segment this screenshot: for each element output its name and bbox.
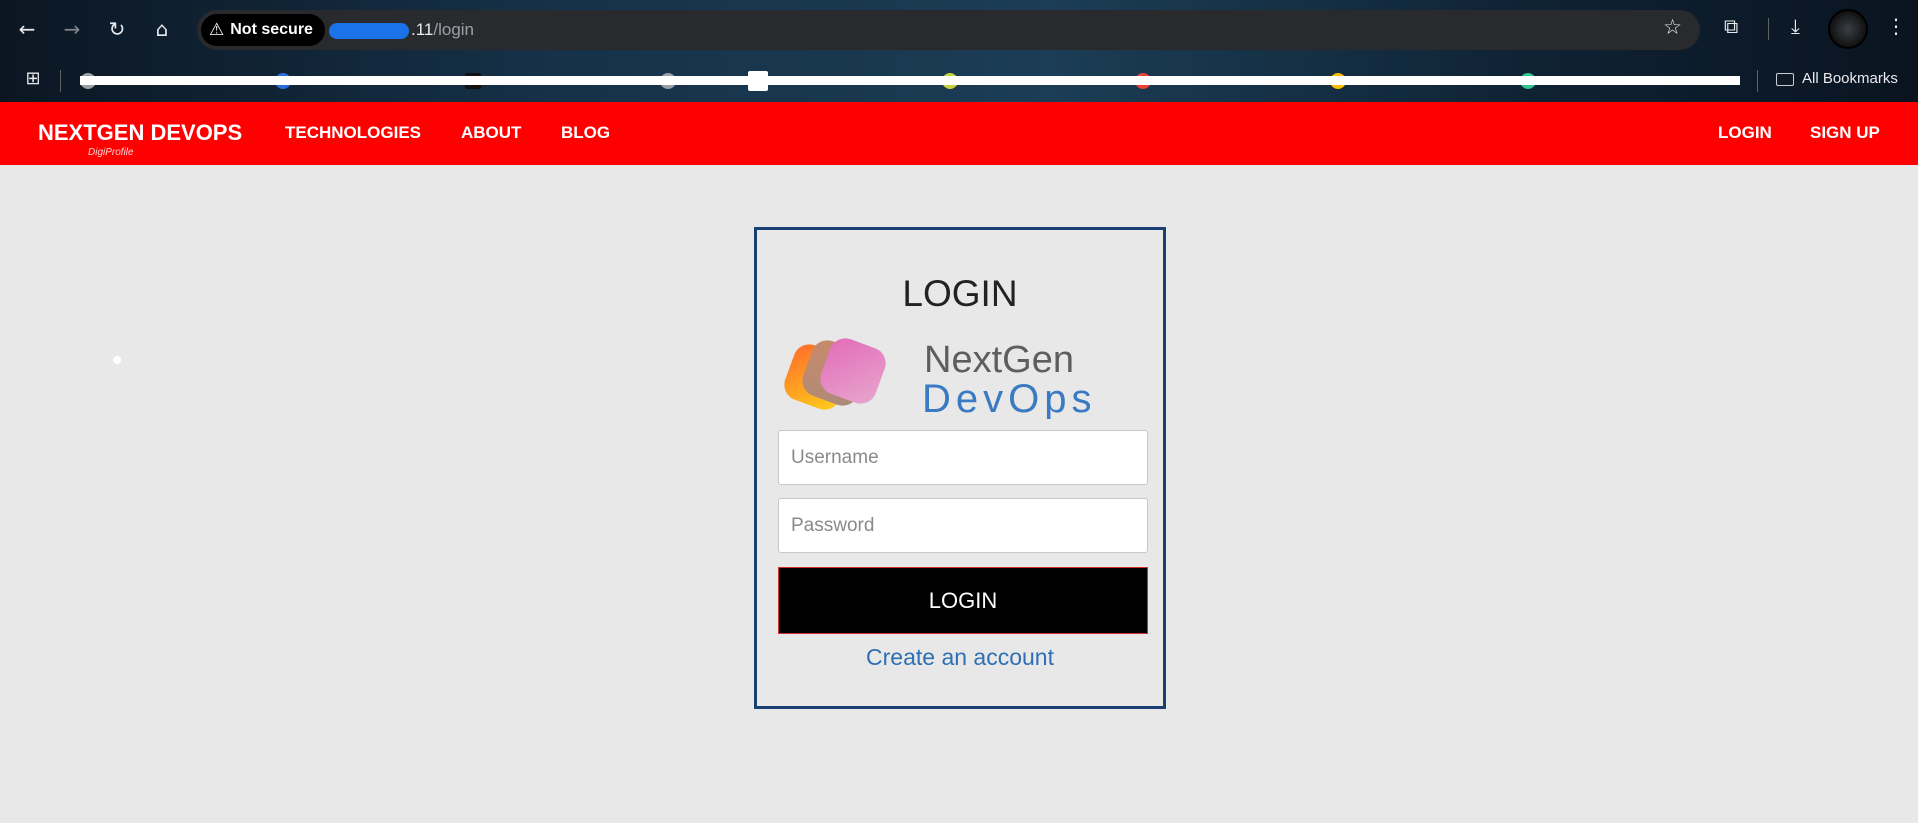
warning-icon: ⚠ [209, 20, 225, 40]
brand-logo-text[interactable]: NEXTGEN DEVOPS [38, 120, 242, 146]
logo-mark [784, 338, 886, 410]
extensions-icon[interactable]: ⧉ [1724, 14, 1738, 38]
logo-text-nextgen: NextGen [924, 339, 1074, 381]
all-bookmarks-label: All Bookmarks [1802, 70, 1898, 87]
forward-icon[interactable]: → [57, 14, 87, 44]
download-icon[interactable]: ⤓ [1791, 14, 1800, 38]
site-navbar: NEXTGEN DEVOPS DigiProfile TECHNOLOGIES … [0, 102, 1918, 165]
username-input[interactable] [778, 430, 1148, 485]
nav-signup-link[interactable]: SIGN UP [1810, 123, 1880, 143]
redacted-host [329, 22, 409, 39]
reload-icon[interactable]: ↻ [102, 14, 132, 44]
bookmarks-divider [60, 70, 61, 92]
browser-toolbar: ← → ↻ ⌂ ⚠ Not secure .11/login ☆ ⧉ ⤓ ⋮ [0, 0, 1918, 58]
password-input[interactable] [778, 498, 1148, 553]
decorative-dot [113, 356, 121, 364]
security-label: Not secure [230, 21, 313, 38]
create-account-link[interactable]: Create an account [757, 644, 1163, 671]
nav-login-link[interactable]: LOGIN [1718, 123, 1772, 143]
nav-link-blog[interactable]: BLOG [561, 123, 610, 143]
folder-icon [1776, 72, 1794, 86]
all-bookmarks-button[interactable]: All Bookmarks [1776, 66, 1898, 92]
home-icon[interactable]: ⌂ [147, 14, 177, 44]
browser-menu-icon[interactable]: ⋮ [1886, 14, 1906, 38]
back-icon[interactable]: ← [12, 14, 42, 44]
profile-avatar[interactable] [1828, 9, 1868, 49]
toolbar-divider [1768, 18, 1769, 40]
apps-grid-icon[interactable]: ⊞ [20, 66, 46, 92]
login-submit-button[interactable]: LOGIN [778, 567, 1148, 634]
url-text[interactable]: .11/login [329, 10, 474, 50]
security-chip[interactable]: ⚠ Not secure [201, 14, 325, 46]
redaction-bar [80, 76, 1740, 85]
nextgen-devops-logo: NextGen DevOps [784, 338, 1097, 419]
login-card: LOGIN NextGen DevOps LOGIN Create an acc… [754, 227, 1166, 709]
brand-subtitle: DigiProfile [88, 147, 134, 158]
nav-link-about[interactable]: ABOUT [461, 123, 521, 143]
nav-link-technologies[interactable]: TECHNOLOGIES [285, 123, 421, 143]
url-path: /login [433, 20, 475, 39]
bookmark-star-icon[interactable]: ☆ [1663, 15, 1682, 39]
login-title: LOGIN [902, 273, 1018, 314]
bookmarks-divider [1757, 70, 1758, 92]
logo-text-devops: DevOps [922, 377, 1097, 419]
url-host-suffix: .11 [411, 20, 434, 39]
browser-chrome: ← → ↻ ⌂ ⚠ Not secure .11/login ☆ ⧉ ⤓ ⋮ ⊞ [0, 0, 1918, 102]
bookmarks-bar: ⊞ All Bookmarks [0, 58, 1918, 102]
bookmark-items [80, 68, 1740, 94]
address-bar[interactable]: ⚠ Not secure .11/login ☆ [197, 10, 1700, 50]
